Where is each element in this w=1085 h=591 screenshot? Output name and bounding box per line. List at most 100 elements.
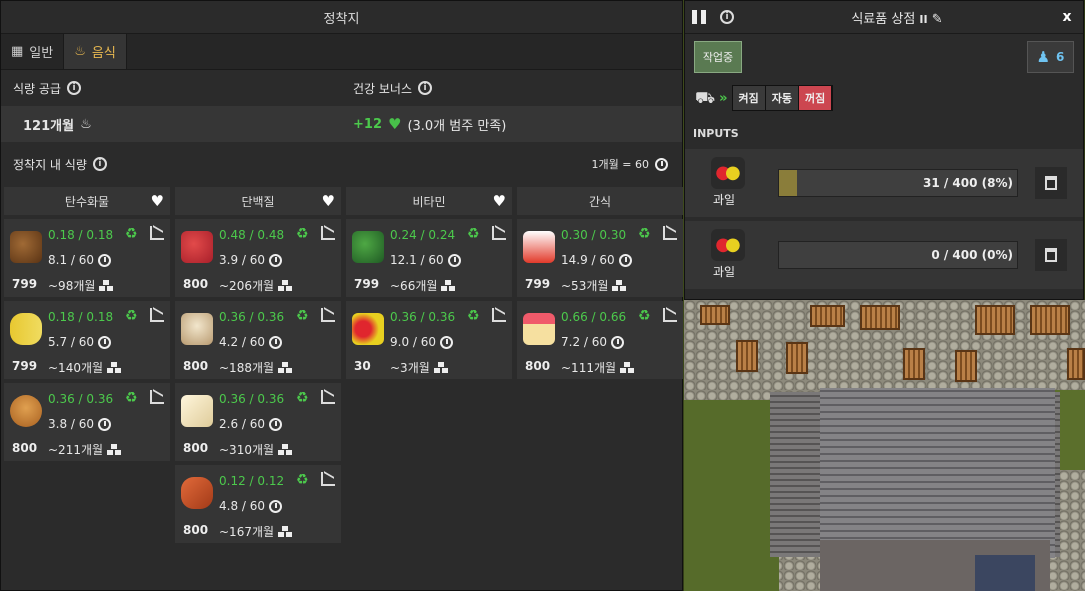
trash-button[interactable] (1035, 167, 1067, 199)
storage-icon (107, 443, 121, 456)
crate[interactable] (786, 342, 808, 374)
progress-text: 0 / 400 (0%) (931, 248, 1013, 262)
mode-auto-button[interactable]: 자동 (765, 86, 800, 110)
consumption-value: 8.1 / 60 (48, 253, 95, 267)
chart-icon[interactable] (150, 390, 164, 404)
consumption-row: 3.8 / 60 (48, 417, 112, 431)
chart-icon[interactable] (321, 226, 335, 240)
chart-icon[interactable] (492, 226, 506, 240)
months-value: ~3개월 (390, 361, 430, 375)
crate[interactable] (903, 348, 925, 380)
settlement-titlebar[interactable]: 정착지 (1, 1, 682, 34)
storage-icon (278, 443, 292, 456)
chart-icon[interactable] (150, 308, 164, 322)
food-card[interactable]: 0.30 / 0.30 ♻ 14.9 / 60 799 ~53개월 (517, 219, 683, 297)
months-row: ~188개월 (219, 359, 292, 376)
settlement-window[interactable]: 정착지 ▦ 일반 ♨ 음식 식량 공급 i 건강 보너스 i 121개월 ♨ +… (0, 0, 683, 591)
info-button[interactable]: i (713, 1, 741, 34)
stock-count: 799 (12, 277, 38, 291)
trash-icon (1045, 176, 1057, 190)
crate[interactable] (736, 340, 758, 372)
building-roof-2[interactable] (820, 388, 1055, 558)
chart-icon[interactable] (150, 226, 164, 240)
meat-icon (181, 231, 213, 263)
food-card[interactable]: 0.36 / 0.36 ♻ 9.0 / 60 30 ~3개월 (346, 301, 512, 379)
production-rate: 0.36 / 0.36 (219, 392, 285, 406)
category-header: 단백질 ♥ (175, 187, 341, 215)
progress-text: 31 / 400 (8%) (922, 176, 1013, 190)
category-name: 단백질 (241, 194, 275, 209)
workers-button[interactable]: ♟ 6 (1027, 41, 1074, 73)
mode-on-button[interactable]: 켜짐 (732, 86, 766, 110)
stock-count: 800 (12, 441, 38, 455)
food-card[interactable]: 0.18 / 0.18 ♻ 5.7 / 60 799 ~140개월 (4, 301, 170, 379)
chart-icon[interactable] (321, 390, 335, 404)
category-header: 탄수화물 ♥ (4, 187, 170, 215)
mode-off-button[interactable]: 꺼짐 (799, 86, 833, 110)
food-store-window[interactable]: i 식료품 상점 II ✎ x 작업중 ♟ 6 ⛟ » 켜짐 자동 꺼짐 INP… (684, 0, 1084, 300)
months-row: ~140개월 (48, 359, 121, 376)
crate[interactable] (860, 305, 900, 330)
input-label: 과일 (713, 265, 736, 279)
crate[interactable] (810, 305, 845, 327)
storage-icon (107, 361, 121, 374)
stock-count: 800 (183, 359, 209, 373)
crate[interactable] (975, 305, 1015, 335)
trash-button[interactable] (1035, 239, 1067, 271)
storage-icon (278, 525, 292, 538)
food-card[interactable]: 0.48 / 0.48 ♻ 3.9 / 60 800 ~206개월 (175, 219, 341, 297)
crate[interactable] (955, 350, 977, 382)
chart-icon[interactable] (321, 472, 335, 486)
pause-button[interactable] (685, 1, 713, 34)
info-icon[interactable]: i (418, 81, 433, 95)
chart-icon[interactable] (321, 308, 335, 322)
pencil-icon[interactable]: ✎ (932, 12, 943, 27)
months-value: ~211개월 (48, 443, 104, 457)
food-card[interactable]: 0.66 / 0.66 ♻ 7.2 / 60 800 ~111개월 (517, 301, 683, 379)
info-icon[interactable]: i (66, 81, 81, 95)
tab-food[interactable]: ♨ 음식 (64, 34, 127, 69)
crate[interactable] (1067, 348, 1085, 380)
production-rate: 0.30 / 0.30 (561, 228, 627, 242)
tab-general[interactable]: ▦ 일반 (1, 34, 65, 69)
crate[interactable] (1030, 305, 1070, 335)
months-row: ~211개월 (48, 441, 121, 458)
food-card[interactable]: 0.36 / 0.36 ♻ 3.8 / 60 800 ~211개월 (4, 383, 170, 461)
window-title: 정착지 (323, 11, 360, 27)
chart-icon[interactable] (663, 226, 677, 240)
trash-icon (1045, 248, 1057, 262)
food-bowl-icon: ♨ (74, 44, 86, 59)
food-card[interactable]: 0.36 / 0.36 ♻ 2.6 / 60 800 ~310개월 (175, 383, 341, 461)
mode-toggle: 켜짐 자동 꺼짐 (731, 85, 834, 111)
heart-icon: ♥ (387, 115, 402, 133)
recycle-icon: ♻ (296, 226, 309, 242)
food-card[interactable]: 0.12 / 0.12 ♻ 4.8 / 60 800 ~167개월 (175, 465, 341, 543)
food-card[interactable]: 0.36 / 0.36 ♻ 4.2 / 60 800 ~188개월 (175, 301, 341, 379)
input-progress-bar: 0 / 400 (0%) (778, 241, 1018, 269)
food-card[interactable]: 0.18 / 0.18 ♻ 8.1 / 60 799 ~98개월 (4, 219, 170, 297)
working-status-button[interactable]: 작업중 (694, 41, 742, 73)
supply-value-row: 121개월 ♨ +12 ♥ (3.0개 범주 만족) (1, 106, 682, 142)
recycle-icon: ♻ (467, 308, 480, 324)
crate[interactable] (700, 305, 730, 325)
months-row: ~53개월 (561, 277, 626, 294)
food-card[interactable]: 0.24 / 0.24 ♻ 12.1 / 60 799 ~66개월 (346, 219, 512, 297)
consumption-value: 7.2 / 60 (561, 335, 608, 349)
months-value: ~111개월 (561, 361, 617, 375)
consumption-value: 3.8 / 60 (48, 417, 95, 431)
consumption-value: 4.2 / 60 (219, 335, 266, 349)
months-value: ~53개월 (561, 279, 609, 293)
info-icon[interactable]: i (92, 157, 107, 171)
close-button[interactable]: x (1055, 5, 1079, 29)
input-slot: ● ● 과일 31 / 400 (8%) (685, 149, 1083, 217)
chart-icon[interactable] (492, 308, 506, 322)
tab-label: 일반 (29, 46, 54, 61)
health-heart-icon: ♥ (321, 192, 335, 210)
snack-bag-icon (523, 231, 555, 263)
store-titlebar[interactable]: i 식료품 상점 II ✎ x (685, 1, 1083, 34)
clock-icon (269, 253, 283, 267)
consumption-row: 2.6 / 60 (219, 417, 283, 431)
consumption-value: 14.9 / 60 (561, 253, 615, 267)
clock-icon (447, 253, 461, 267)
chart-icon[interactable] (663, 308, 677, 322)
